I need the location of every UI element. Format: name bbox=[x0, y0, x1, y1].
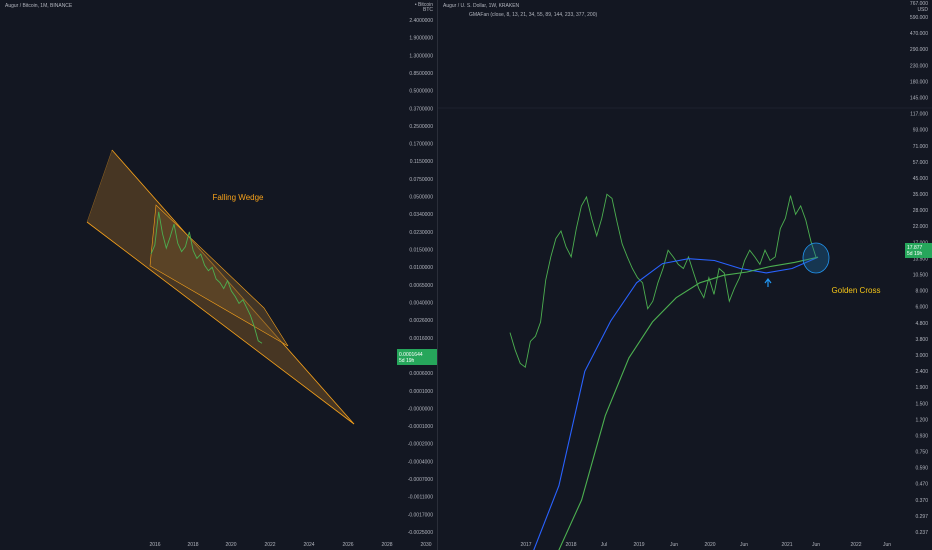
price-tick-label: 1.900 bbox=[915, 385, 928, 391]
price-tick-label: 0.2500000 bbox=[409, 124, 433, 130]
price-tick-label: -0.0000000 bbox=[408, 406, 434, 412]
price-tick-label: 0.930 bbox=[915, 433, 928, 439]
time-tick-label: 2030 bbox=[420, 542, 431, 548]
price-tick-label: 470.000 bbox=[910, 31, 928, 37]
time-tick-label: 2022 bbox=[850, 542, 861, 548]
time-tick-label: 2020 bbox=[704, 542, 715, 548]
time-tick-label: Jun bbox=[812, 542, 820, 548]
price-tick-label: 6.000 bbox=[915, 305, 928, 311]
price-tick-label: 145.000 bbox=[910, 95, 928, 101]
price-tick-label: 0.297 bbox=[915, 514, 928, 520]
price-tick-label: 290.000 bbox=[910, 47, 928, 53]
price-tick-label: 0.0750000 bbox=[409, 177, 433, 183]
price-tick-label: -0.0001000 bbox=[408, 424, 434, 430]
price-tick-label: 2.4000000 bbox=[409, 18, 433, 24]
price-tick-label: 1.500 bbox=[915, 401, 928, 407]
left-chart-canvas[interactable]: • BitcoinBTC2.40000001.90000001.30000000… bbox=[0, 0, 437, 550]
axis-unit: USD bbox=[917, 7, 928, 13]
price-tick-label: 1.9000000 bbox=[409, 36, 433, 42]
price-tick-label: 2.400 bbox=[915, 369, 928, 375]
price-tick-label: 57.000 bbox=[913, 160, 929, 166]
right-chart-canvas[interactable]: 767.000USD590.000470.000290.000230.00018… bbox=[438, 0, 932, 550]
price-tick-label: 4.800 bbox=[915, 321, 928, 327]
price-tick-label: -0.0017000 bbox=[408, 512, 434, 518]
price-tick-label: 0.750 bbox=[915, 450, 928, 456]
rep-usd-price-line bbox=[509, 193, 817, 368]
time-tick-label: 2016 bbox=[149, 542, 160, 548]
time-tick-label: 2024 bbox=[303, 542, 314, 548]
price-tick-label: 0.0026000 bbox=[409, 318, 433, 324]
axis-unit: BTC bbox=[423, 7, 433, 13]
price-tick-label: 0.1150000 bbox=[410, 159, 433, 165]
price-tick-label: 230.000 bbox=[910, 63, 928, 69]
price-tick-label: 10.500 bbox=[913, 273, 929, 279]
price-tick-label: -0.0004000 bbox=[408, 459, 434, 465]
price-tick-label: 0.370 bbox=[915, 498, 928, 504]
golden-cross-annotation: Golden Cross bbox=[832, 286, 881, 295]
price-tick-label: 1.200 bbox=[915, 417, 928, 423]
price-tick-label: 0.0001000 bbox=[409, 389, 433, 395]
price-tick-label: 0.5000000 bbox=[409, 89, 433, 95]
up-arrow-marker bbox=[764, 278, 772, 287]
price-tick-label: -0.0002000 bbox=[408, 442, 434, 448]
price-tick-label: -0.0025000 bbox=[408, 530, 434, 536]
price-tick-label: 1.3000000 bbox=[409, 53, 433, 59]
time-tick-label: 2019 bbox=[633, 542, 644, 548]
time-tick-label: Jul bbox=[601, 542, 607, 548]
price-tick-label: 0.0065000 bbox=[409, 283, 433, 289]
price-tick-label: -0.0011000 bbox=[408, 495, 433, 501]
current-price-countdown: 5d 19h bbox=[907, 251, 923, 257]
price-tick-label: 0.0040000 bbox=[409, 300, 433, 306]
price-tick-label: 45.000 bbox=[913, 176, 929, 182]
wedge-inner-channel bbox=[149, 204, 289, 347]
price-tick-label: 28.000 bbox=[913, 208, 929, 214]
time-tick-label: 2021 bbox=[781, 542, 792, 548]
price-tick-label: 35.000 bbox=[913, 192, 929, 198]
time-tick-label: Jun bbox=[670, 542, 678, 548]
price-tick-label: 0.0340000 bbox=[409, 212, 433, 218]
golden-cross-highlight bbox=[802, 242, 830, 274]
price-tick-label: 3.800 bbox=[915, 337, 928, 343]
time-tick-label: 2022 bbox=[264, 542, 275, 548]
price-tick-label: 71.000 bbox=[913, 144, 929, 150]
left-chart-pane[interactable]: Augur / Bitcoin, 1M, BINANCE • Bitcoin BT… bbox=[0, 0, 438, 550]
price-tick-label: 0.237 bbox=[915, 530, 928, 536]
time-tick-label: 2018 bbox=[187, 542, 198, 548]
right-chart-pane[interactable]: Augur / U. S. Dollar, 1W, KRAKEN GMAFan … bbox=[438, 0, 932, 550]
time-tick-label: 2017 bbox=[520, 542, 531, 548]
price-tick-label: 0.1700000 bbox=[409, 142, 433, 148]
ma-green-line bbox=[558, 256, 819, 550]
price-tick-label: -0.0007000 bbox=[408, 477, 434, 483]
price-tick-label: 0.590 bbox=[915, 466, 928, 472]
price-tick-label: 3.000 bbox=[915, 353, 928, 359]
price-tick-label: 0.8500000 bbox=[409, 71, 433, 77]
current-price-countdown: 5d 19h bbox=[399, 358, 415, 364]
wedge-lower-line bbox=[86, 221, 355, 425]
price-tick-label: 0.0006000 bbox=[409, 371, 433, 377]
time-tick-label: 2028 bbox=[381, 542, 392, 548]
price-tick-label: 0.470 bbox=[915, 482, 928, 488]
price-tick-label: 0.0500000 bbox=[409, 195, 433, 201]
price-tick-label: 93.000 bbox=[913, 128, 929, 134]
time-tick-label: 2020 bbox=[225, 542, 236, 548]
ma-blue-line bbox=[533, 256, 819, 550]
time-tick-label: 2018 bbox=[565, 542, 576, 548]
price-tick-label: 0.0016000 bbox=[409, 336, 433, 342]
price-tick-label: 0.0150000 bbox=[409, 248, 433, 254]
time-tick-label: Jun bbox=[883, 542, 891, 548]
price-tick-label: 117.000 bbox=[910, 112, 928, 118]
time-tick-label: Jun bbox=[740, 542, 748, 548]
price-tick-label: 8.000 bbox=[915, 289, 928, 295]
price-tick-label: 0.3700000 bbox=[409, 106, 433, 112]
price-tick-label: 590.000 bbox=[910, 15, 928, 21]
price-tick-label: 180.000 bbox=[910, 79, 928, 85]
price-tick-label: 0.0100000 bbox=[409, 265, 433, 271]
falling-wedge-annotation: Falling Wedge bbox=[213, 193, 265, 202]
time-tick-label: 2026 bbox=[342, 542, 353, 548]
price-tick-label: 22.000 bbox=[913, 224, 929, 230]
price-tick-label: 0.0230000 bbox=[409, 230, 433, 236]
